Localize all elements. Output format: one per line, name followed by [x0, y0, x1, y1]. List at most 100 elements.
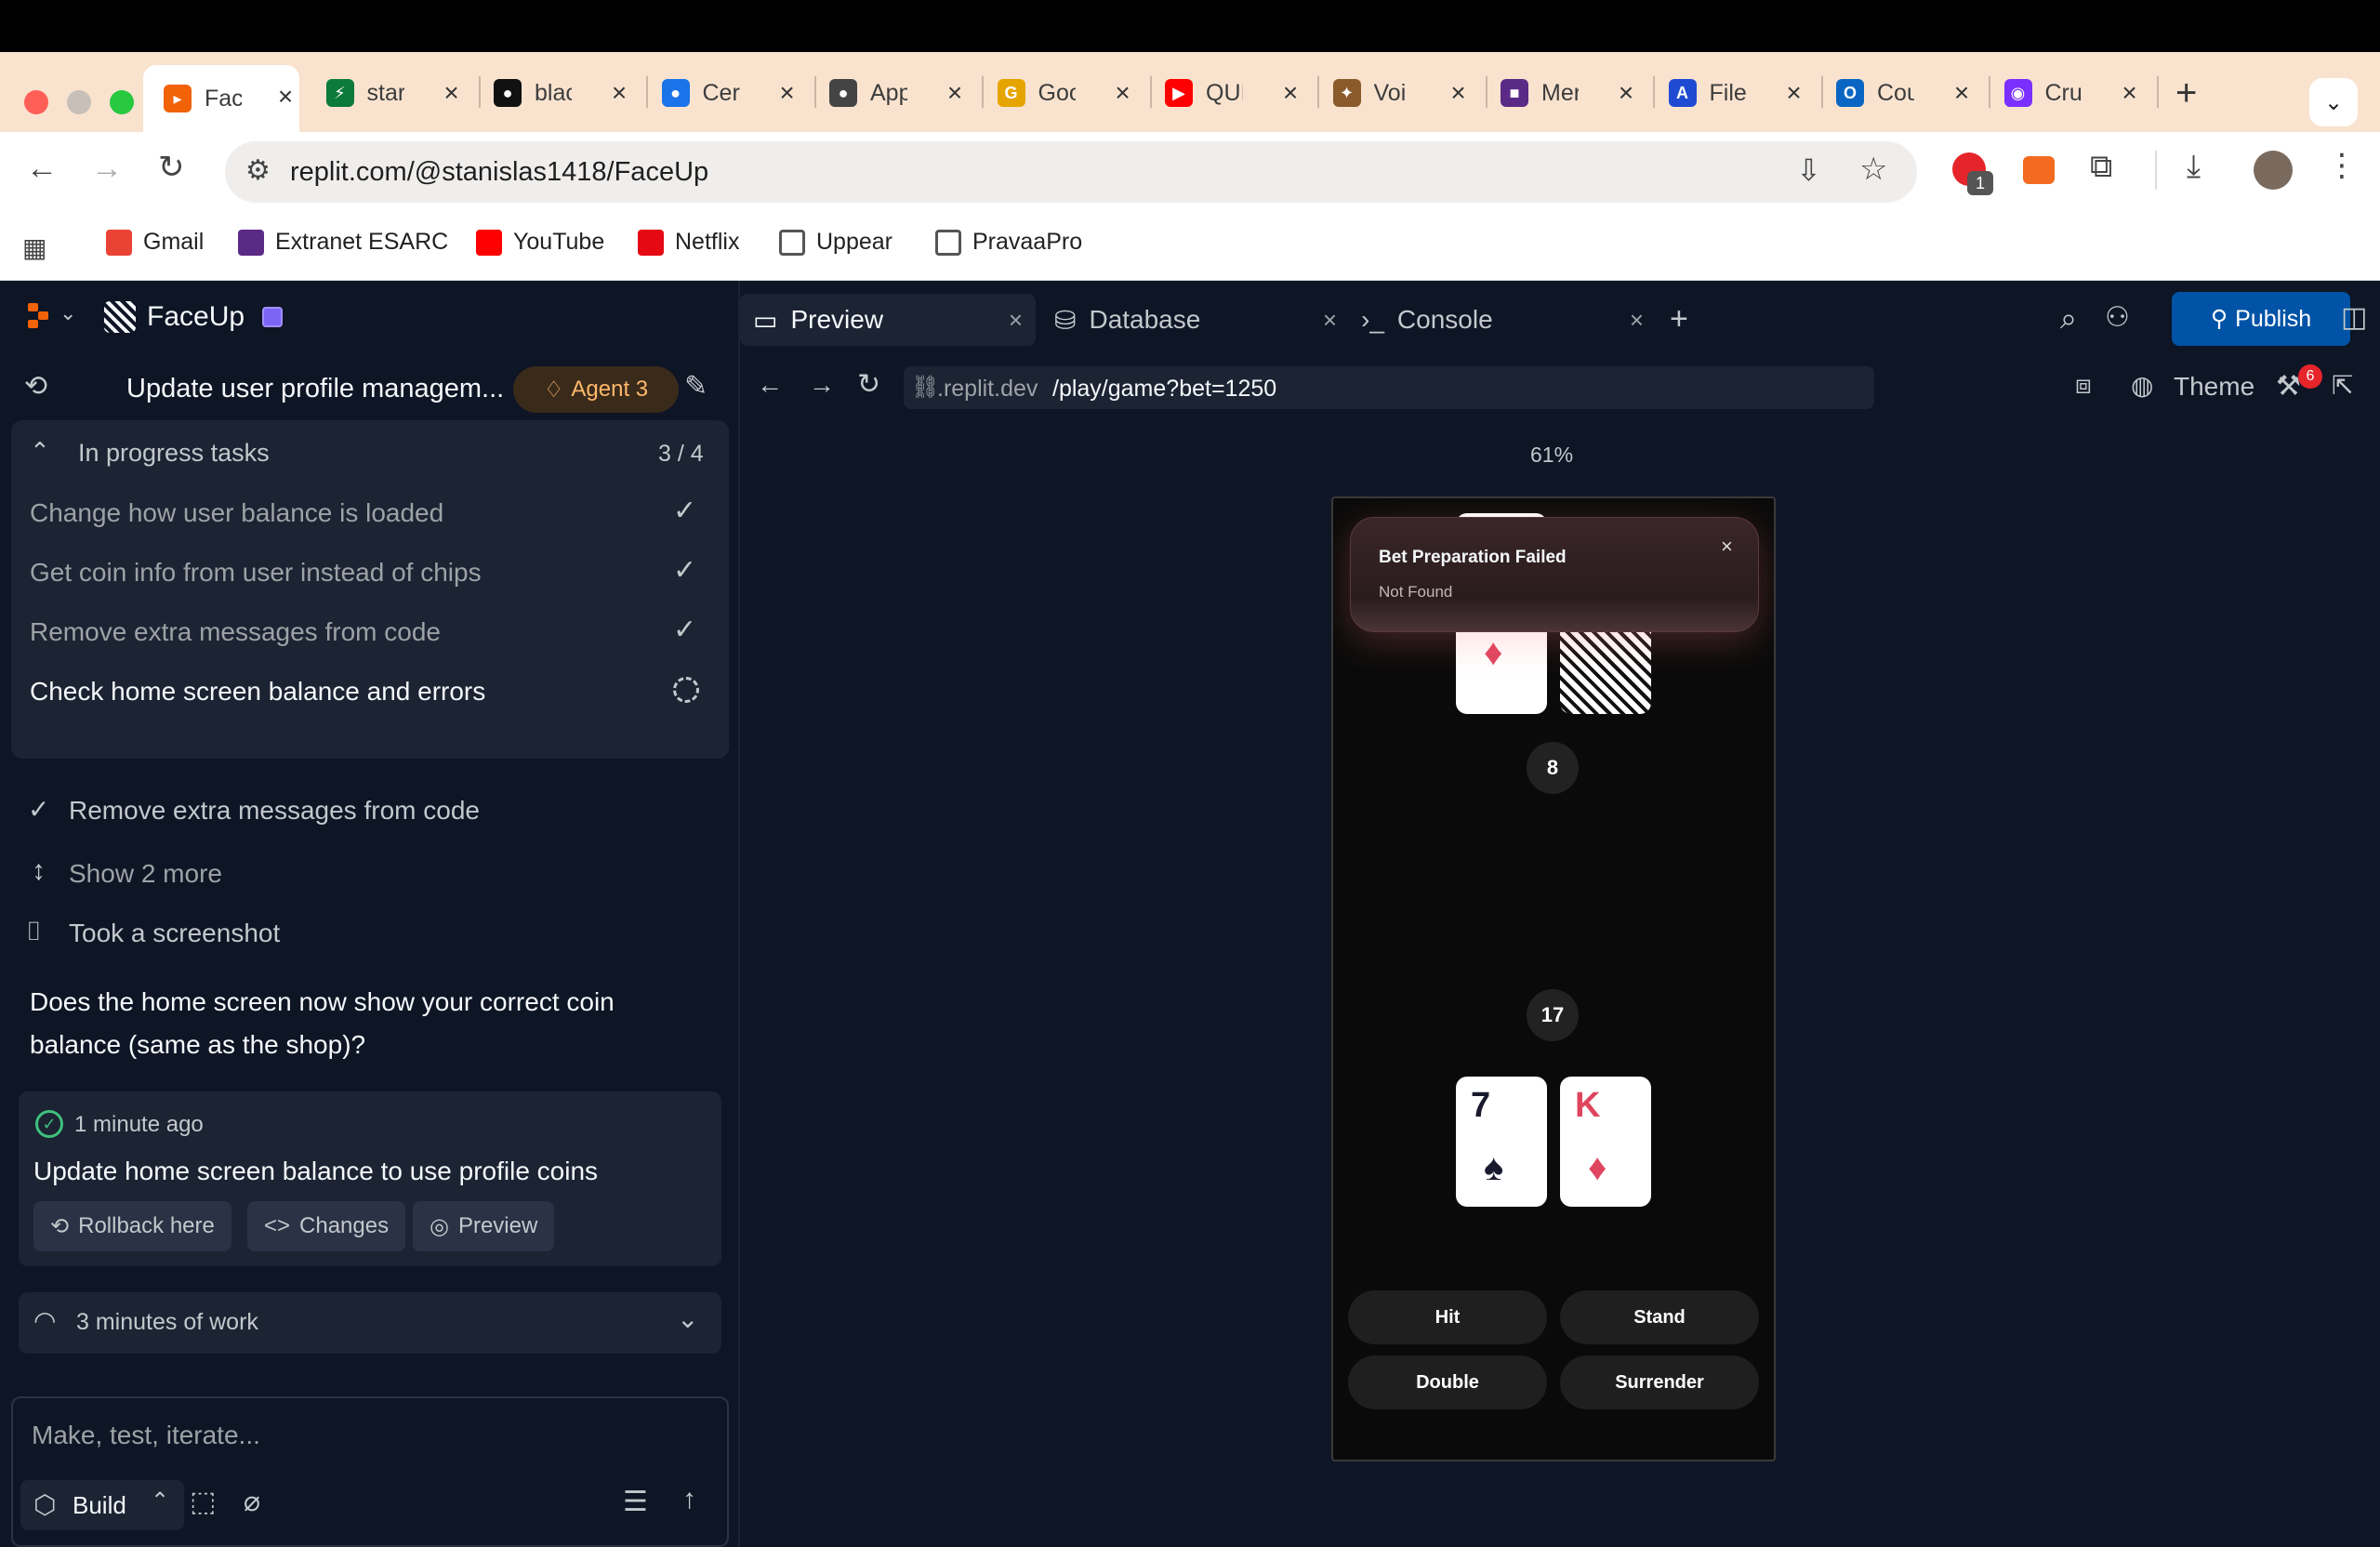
tab-title: blac: [535, 79, 572, 106]
browser-tab[interactable]: ✦ Voi ×: [1332, 69, 1473, 117]
replit-logo[interactable]: [28, 303, 54, 329]
chevron-down-icon[interactable]: ⌄: [677, 1303, 698, 1334]
device-toggle-icon[interactable]: ⧈: [2075, 370, 2092, 401]
paperclip-icon[interactable]: ⌀: [244, 1486, 260, 1518]
wrench-icon[interactable]: ⚒: [2276, 370, 2301, 403]
browser-tab[interactable]: ■ Mer ×: [1501, 69, 1640, 117]
show-more-link[interactable]: Show 2 more: [69, 859, 222, 889]
close-icon[interactable]: ×: [1630, 306, 1644, 335]
hit-button[interactable]: Hit: [1348, 1290, 1547, 1344]
publish-button[interactable]: ⚲ Publish: [2172, 292, 2350, 346]
invite-user-icon[interactable]: ⚇: [2105, 301, 2130, 334]
extension-slides-icon[interactable]: [2023, 156, 2055, 184]
close-icon[interactable]: ×: [941, 78, 969, 108]
browser-tab[interactable]: ● App ×: [829, 69, 969, 117]
browser-tab[interactable]: ● Cer ×: [661, 69, 801, 117]
terminal-icon: ›_: [1361, 305, 1384, 334]
minimize-window-button[interactable]: [67, 90, 91, 114]
mode-label: Build: [73, 1491, 126, 1519]
chevron-down-icon[interactable]: ⌄: [60, 301, 76, 325]
bookmark-item[interactable]: Gmail: [106, 229, 204, 256]
close-icon[interactable]: ×: [774, 78, 801, 108]
close-icon[interactable]: ×: [1276, 78, 1304, 108]
toggle-panel-icon[interactable]: ◫: [2341, 301, 2367, 334]
open-new-window-icon[interactable]: ⇱: [2332, 370, 2353, 401]
surrender-button[interactable]: Surrender: [1560, 1355, 1759, 1409]
maximize-window-button[interactable]: [110, 90, 134, 114]
chrome-menu-icon[interactable]: ⋮: [2326, 147, 2358, 184]
bookmark-item[interactable]: PravaaPro: [935, 229, 1082, 256]
agent-question-line2: balance (same as the shop)?: [30, 1030, 366, 1059]
search-icon[interactable]: ⌕: [2060, 301, 2077, 337]
close-icon[interactable]: ×: [1612, 78, 1640, 108]
bookmark-item[interactable]: Uppear: [779, 229, 892, 256]
settings-sliders-icon[interactable]: ☰: [623, 1486, 648, 1518]
changes-button[interactable]: <> Changes: [247, 1201, 406, 1251]
address-bar[interactable]: ⚙ replit.com/@stanislas1418/FaceUp ⇩ ☆: [225, 141, 1917, 203]
close-icon[interactable]: ×: [1721, 535, 1733, 559]
downloads-icon[interactable]: ⤓: [2187, 149, 2201, 185]
browser-tab[interactable]: ● blac ×: [494, 69, 633, 117]
browser-tab[interactable]: ⚡ star ×: [325, 69, 466, 117]
close-icon[interactable]: ×: [605, 78, 633, 108]
browser-tab[interactable]: G Goo ×: [997, 69, 1137, 117]
close-icon[interactable]: ×: [1780, 78, 1808, 108]
double-button[interactable]: Double: [1348, 1355, 1547, 1409]
mode-selector[interactable]: ⬡ Build ⌃: [20, 1480, 184, 1530]
back-arrow-icon[interactable]: ←: [26, 151, 58, 187]
install-app-icon[interactable]: ⇩: [1796, 152, 1821, 188]
close-icon[interactable]: ×: [271, 82, 299, 112]
bookmark-item[interactable]: Netflix: [638, 229, 739, 256]
close-icon[interactable]: ×: [2116, 78, 2144, 108]
preview-url-bar[interactable]: ⛓ .replit.dev /play/game?bet=1250: [904, 366, 1874, 409]
send-arrow-icon[interactable]: ↑: [682, 1484, 696, 1515]
rollback-button[interactable]: ⟲ Rollback here: [33, 1201, 231, 1251]
close-icon[interactable]: ×: [1109, 78, 1137, 108]
history-icon[interactable]: ⟲: [24, 370, 47, 403]
close-window-button[interactable]: [24, 90, 48, 114]
tab-preview[interactable]: ▭ Preview ×: [740, 294, 1036, 346]
preview-button[interactable]: ◎ Preview: [413, 1201, 555, 1251]
expand-vertical-icon: ↕: [32, 855, 46, 886]
tasks-header[interactable]: In progress tasks: [78, 439, 270, 468]
work-summary[interactable]: ◠ 3 minutes of work ⌄: [19, 1292, 721, 1354]
new-tab-button[interactable]: +: [2175, 73, 2197, 114]
profile-avatar[interactable]: [2254, 151, 2293, 190]
new-chat-icon[interactable]: ✎: [684, 370, 707, 403]
tab-favicon-icon: ▸: [164, 85, 192, 112]
close-icon[interactable]: ×: [1445, 78, 1473, 108]
close-icon[interactable]: ×: [1948, 78, 1976, 108]
thread-title[interactable]: Update user profile managem...: [126, 374, 504, 404]
tab-console[interactable]: ›_ Console ×: [1361, 294, 1657, 346]
bookmark-item[interactable]: Extranet ESARC: [238, 229, 448, 256]
site-info-icon[interactable]: ⚙: [245, 154, 271, 187]
bookmark-item[interactable]: YouTube: [476, 229, 604, 256]
reload-icon[interactable]: ↻: [158, 149, 185, 186]
browser-tab[interactable]: O Cou ×: [1836, 69, 1976, 117]
chevron-up-icon[interactable]: ⌃: [30, 437, 50, 466]
tab-search-button[interactable]: ⌄: [2309, 78, 2358, 126]
theme-button[interactable]: Theme: [2174, 372, 2254, 402]
browser-tab[interactable]: A File ×: [1668, 69, 1808, 117]
browser-tab[interactable]: ▸ Fac ×: [143, 65, 299, 132]
forward-arrow-icon[interactable]: →: [809, 370, 835, 400]
forward-arrow-icon[interactable]: →: [91, 151, 123, 187]
close-icon[interactable]: ×: [1009, 306, 1023, 335]
apps-grid-icon[interactable]: ▦: [22, 232, 46, 263]
close-icon[interactable]: ×: [1323, 306, 1337, 335]
stand-button[interactable]: Stand: [1560, 1290, 1759, 1344]
bookmark-star-icon[interactable]: ☆: [1859, 151, 1887, 188]
project-name[interactable]: FaceUp: [147, 301, 245, 333]
back-arrow-icon[interactable]: ←: [757, 370, 783, 400]
add-tab-icon[interactable]: +: [1670, 301, 1688, 337]
close-icon[interactable]: ×: [438, 78, 466, 108]
agent-input[interactable]: Make, test, iterate... ⬡ Build ⌃ ⬚ ⌀ ☰ ↑: [11, 1396, 729, 1547]
browser-tab[interactable]: ▶ QUI ×: [1165, 69, 1304, 117]
tab-database[interactable]: ⛁ Database ×: [1054, 294, 1350, 346]
reload-icon[interactable]: ↻: [857, 368, 880, 401]
agent-badge[interactable]: ♢ Agent 3: [513, 366, 679, 413]
palette-icon[interactable]: ◍: [2131, 370, 2153, 401]
puzzle-extensions-icon[interactable]: ⧉: [2090, 149, 2112, 185]
select-region-icon[interactable]: ⬚: [190, 1486, 216, 1518]
browser-tab[interactable]: ◉ Cru ×: [2003, 69, 2144, 117]
